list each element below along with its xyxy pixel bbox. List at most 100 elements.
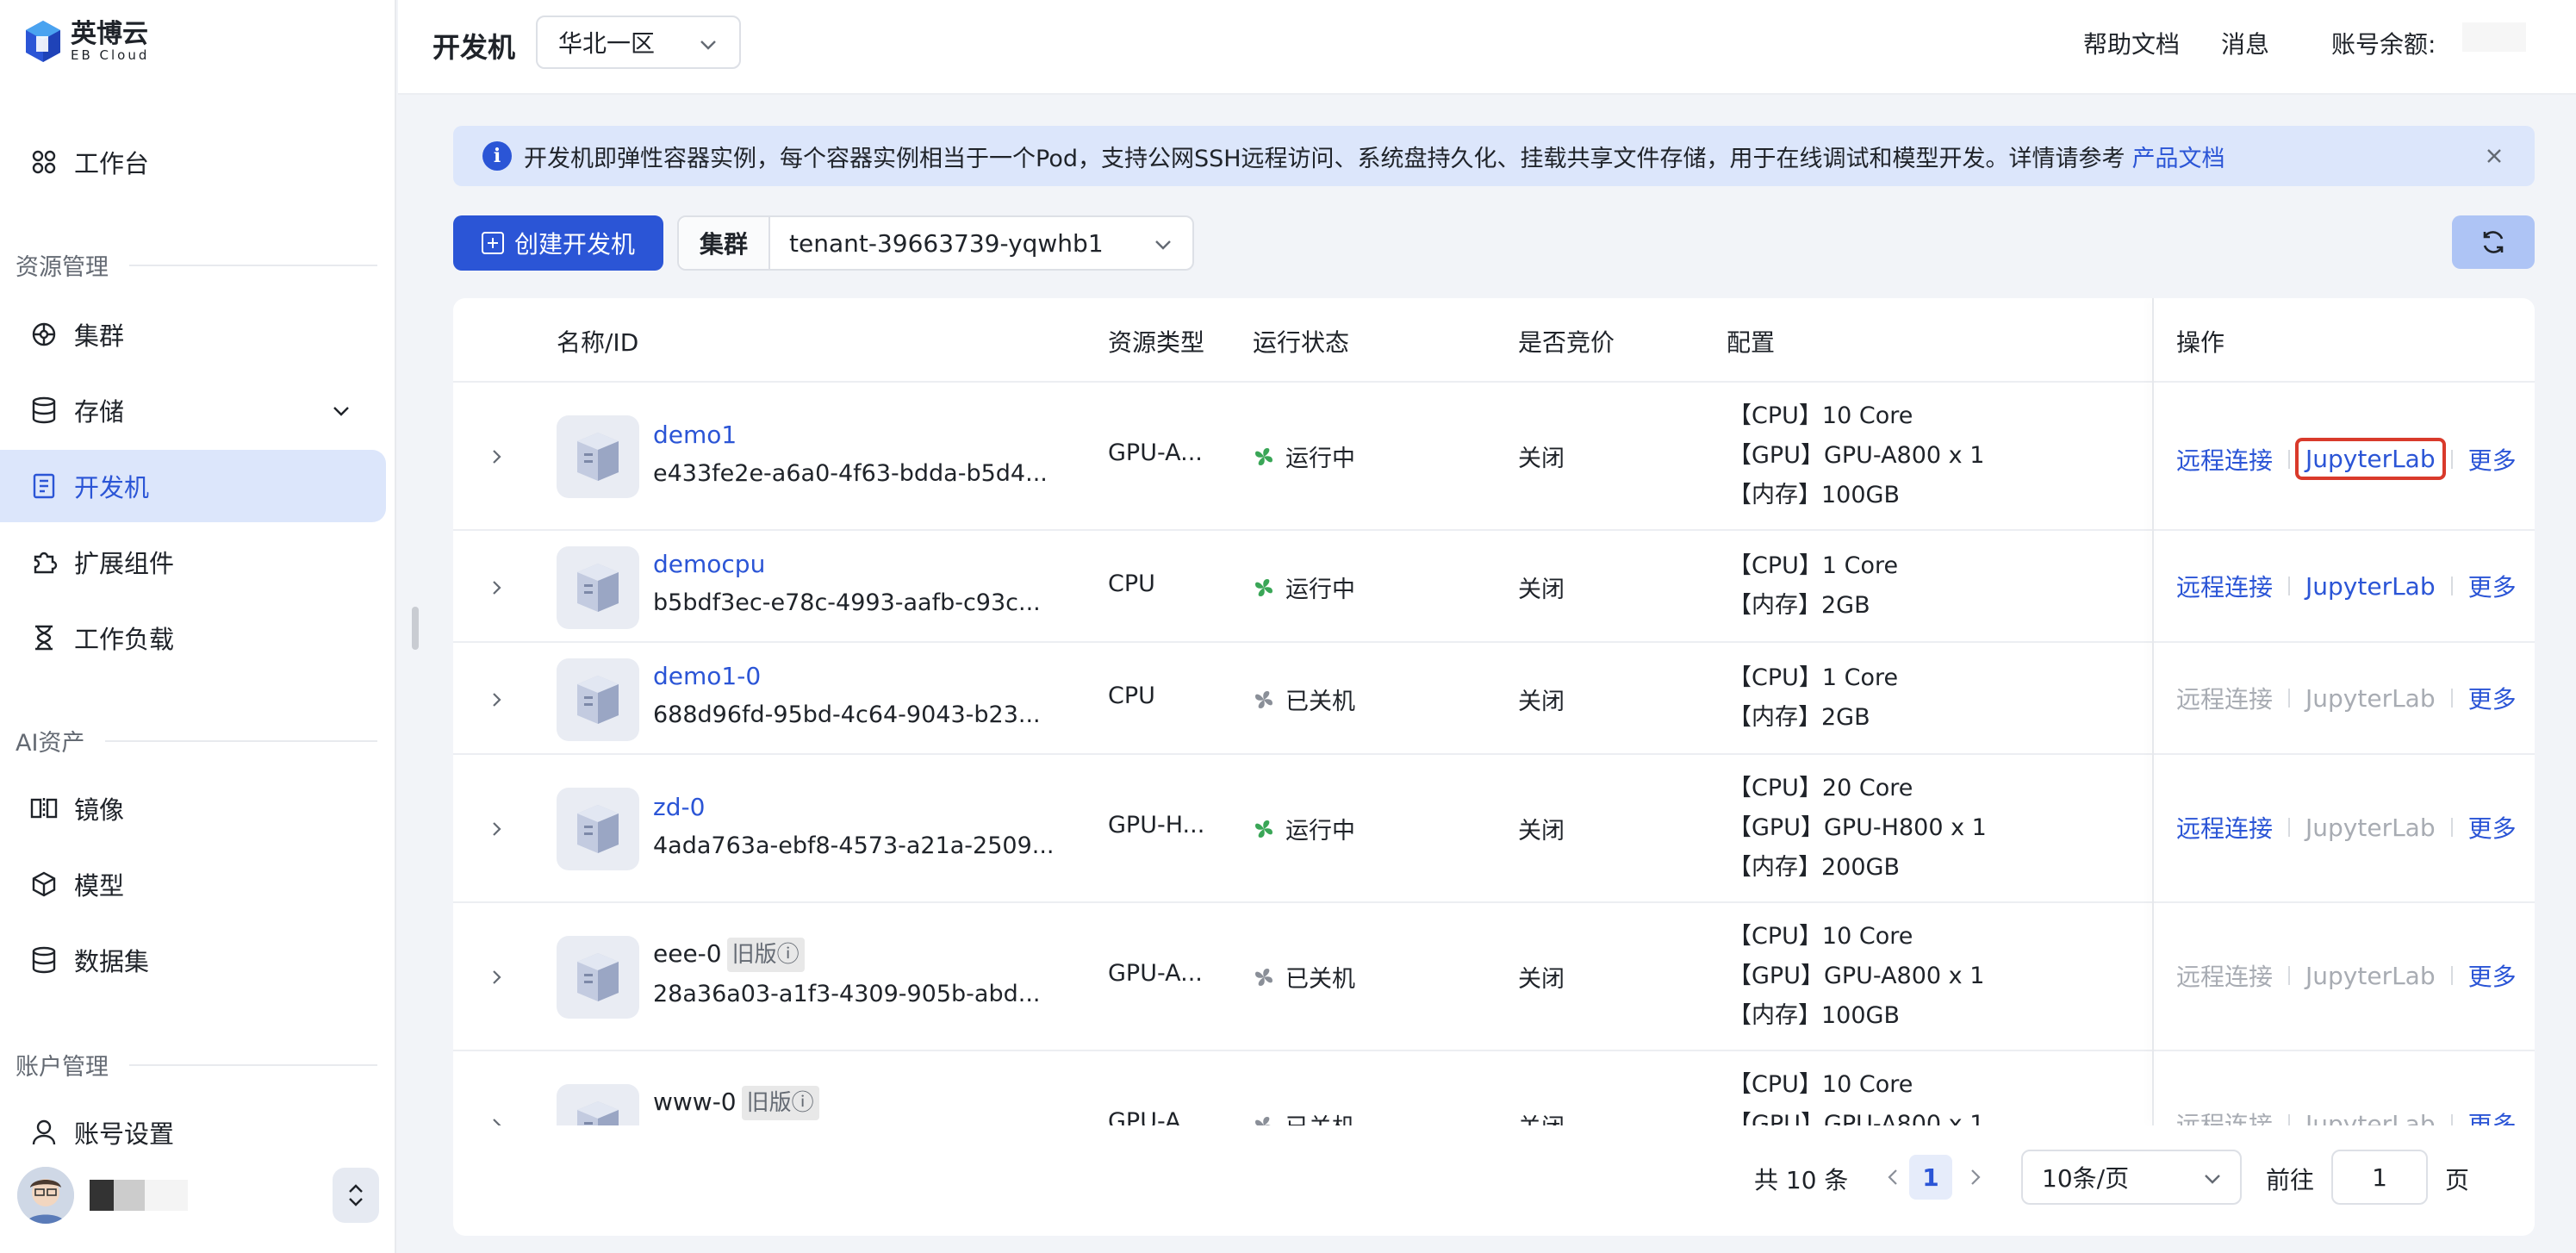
sidebar-item-account-settings[interactable]: 账号设置 [0,1096,386,1169]
more-link[interactable]: 更多 [2468,681,2517,715]
product-docs-link[interactable]: 产品文档 [2132,140,2225,173]
sidebar-resize-handle[interactable] [412,607,419,650]
ssh-connect-link[interactable]: 远程连接 [2176,1107,2273,1125]
sidebar-item-workload[interactable]: 工作负载 [0,602,386,674]
row-name-link[interactable]: demo1 [653,421,737,449]
sidebar-item-extensions[interactable]: 扩展组件 [0,526,386,598]
sidebar-item-model[interactable]: 模型 [0,848,386,920]
row-actions: 远程连接 JupyterLab 更多 [2176,681,2517,715]
sidebar-item-cluster[interactable]: 集群 [0,298,386,371]
server-icon [557,546,639,629]
chevron-right-icon[interactable] [488,820,505,838]
table-row[interactable]: demo1 e433fe2e-a6a0-4f63-bdda-b5d4... GP… [453,383,2535,531]
jupyterlab-link[interactable]: JupyterLab [2305,1110,2436,1126]
sidebar-item-dataset[interactable]: 数据集 [0,924,386,996]
refresh-button[interactable] [2452,215,2535,269]
table-row[interactable]: www-0旧版ⓘ GPU-A... 已关机 关闭 【CPU】10 Core 【G… [453,1051,2535,1125]
ssh-connect-link[interactable]: 远程连接 [2176,569,2273,603]
row-name-link[interactable]: democpu [653,550,765,578]
row-config: 【CPU】20 Core 【GPU】GPU-H800 x 1 【内存】200GB [1728,775,1987,881]
group-title-ai: AI资产 [16,724,377,757]
legacy-badge[interactable]: 旧版ⓘ [741,1086,819,1120]
sidebar-item-label: 开发机 [74,473,150,502]
page-size-select[interactable]: 10条/页 [2021,1150,2242,1205]
table-row[interactable]: democpu b5bdf3ec-e78c-4993-aafb-c93c... … [453,531,2535,643]
chevron-right-icon[interactable] [488,691,505,708]
create-devmachine-button[interactable]: 创建开发机 [453,215,663,271]
brand-name-en: EB Cloud [71,47,150,63]
sidebar-item-label: 工作台 [74,149,150,178]
row-name[interactable]: eee-0 旧版ⓘ [653,938,805,972]
fan-running-icon [1255,578,1272,596]
row-resource-type: CPU [1108,570,1155,597]
column-header-status: 运行状态 [1253,328,1350,357]
cluster-select[interactable]: 集群 tenant-39663739-yqwhb1 [677,215,1194,271]
chevron-down-icon [2202,1167,2223,1195]
chevron-right-icon[interactable] [488,969,505,986]
table-row[interactable]: zd-0 4ada763a-ebf8-4573-a21a-2509... GPU… [453,755,2535,903]
fan-stopped-icon [1255,1116,1272,1125]
row-name-link[interactable]: zd-0 [653,793,705,821]
row-spot: 关闭 [1518,966,1565,993]
chevron-down-icon[interactable] [331,398,352,427]
more-link[interactable]: 更多 [2468,1107,2517,1125]
info-banner: i 开发机即弹性容器实例，每个容器实例相当于一个Pod，支持公网SSH远程访问、… [453,126,2535,186]
chevron-left-icon[interactable] [1883,1167,1902,1191]
column-header-actions: 操作 [2176,328,2225,357]
jupyterlab-link[interactable]: JupyterLab [2295,438,2446,480]
close-icon[interactable] [2480,141,2509,171]
messages-link[interactable]: 消息 [2221,26,2269,60]
row-resource-type: GPU-H... [1108,812,1205,838]
user-profile[interactable] [17,1165,379,1225]
ssh-connect-link[interactable]: 远程连接 [2176,681,2273,715]
cluster-select-label: 集群 [679,217,770,269]
row-name[interactable]: www-0 旧版ⓘ [653,1086,819,1120]
chevron-right-icon[interactable] [488,1117,505,1125]
help-docs-link[interactable]: 帮助文档 [2083,26,2180,60]
column-header-spot: 是否竞价 [1518,328,1615,357]
more-link[interactable]: 更多 [2468,442,2517,477]
chevron-right-icon[interactable] [488,448,505,465]
brand-logo[interactable]: 英博云 EB Cloud [24,19,149,64]
row-config: 【CPU】1 Core 【内存】2GB [1728,552,1899,619]
column-header-config: 配置 [1727,328,1776,357]
ssh-connect-link[interactable]: 远程连接 [2176,810,2273,845]
row-actions: 远程连接 JupyterLab 更多 [2176,569,2517,603]
sidebar-item-devmachine[interactable]: 开发机 [0,450,386,522]
chevron-right-icon[interactable] [1966,1167,1985,1191]
account-switch-button[interactable] [333,1168,379,1223]
region-select[interactable]: 华北一区 [536,16,741,69]
more-link[interactable]: 更多 [2468,810,2517,845]
pagination-current-page[interactable]: 1 [1909,1155,1952,1200]
sidebar-item-label: 镜像 [74,795,125,825]
masked-username [114,1180,145,1211]
column-header-resource-type: 资源类型 [1108,328,1205,357]
row-config: 【CPU】10 Core 【GPU】GPU-A800 x 1 【内存】100GB [1728,402,1985,508]
pagination-goto-input[interactable] [2331,1150,2428,1205]
ssh-connect-link[interactable]: 远程连接 [2176,958,2273,993]
jupyterlab-link[interactable]: JupyterLab [2305,814,2436,842]
row-id: 688d96fd-95bd-4c64-9043-b23... [653,701,1041,728]
table-row[interactable]: eee-0 旧版ⓘ 28a36a03-a1f3-4309-905b-abd... … [453,903,2535,1051]
legacy-badge[interactable]: 旧版ⓘ [726,938,805,972]
jupyterlab-link[interactable]: JupyterLab [2305,962,2436,990]
more-link[interactable]: 更多 [2468,958,2517,993]
hourglass-icon [29,623,59,652]
sidebar-item-storage[interactable]: 存储 [0,374,386,446]
status-running: 运行中 [1253,439,1355,473]
chevron-right-icon[interactable] [488,579,505,596]
sidebar-item-image[interactable]: 镜像 [0,772,386,845]
status-stopped: 已关机 [1253,1108,1355,1125]
row-config: 【CPU】1 Core 【内存】2GB [1728,664,1899,731]
avatar[interactable] [17,1167,74,1224]
table-row[interactable]: demo1-0 688d96fd-95bd-4c64-9043-b23... C… [453,643,2535,755]
more-link[interactable]: 更多 [2468,569,2517,603]
sidebar-item-workbench[interactable]: 工作台 [0,126,386,198]
row-name-link[interactable]: demo1-0 [653,662,761,690]
sidebar-item-label: 扩展组件 [74,549,175,578]
jupyterlab-link[interactable]: JupyterLab [2305,572,2436,601]
row-config: 【CPU】10 Core 【GPU】GPU-A800 x 1 【内存】100GB [1728,923,1985,1029]
jupyterlab-link[interactable]: JupyterLab [2305,684,2436,713]
row-config: 【CPU】10 Core 【GPU】GPU-A800 x 1 [1728,1071,1985,1125]
ssh-connect-link[interactable]: 远程连接 [2176,442,2273,477]
